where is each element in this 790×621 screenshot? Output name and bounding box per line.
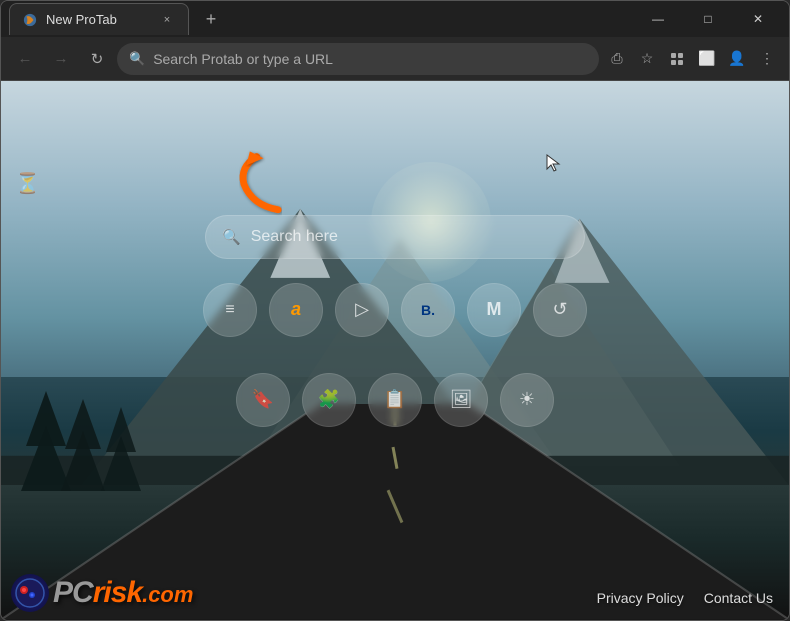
extensions-icon xyxy=(670,52,684,66)
pcrisk-pc-text: PC xyxy=(53,576,93,610)
arrow-indicator xyxy=(231,149,291,224)
quick-link-extensions[interactable]: 🧩 xyxy=(302,373,356,427)
maximize-button[interactable]: □ xyxy=(685,3,731,35)
arrow-icon xyxy=(231,149,291,219)
address-bar[interactable]: 🔍 Search Protab or type a URL xyxy=(117,43,599,75)
protab-favicon-icon xyxy=(23,13,37,27)
quick-link-bookmarks[interactable]: 🔖 xyxy=(236,373,290,427)
title-bar: New ProTab × + — □ ✕ xyxy=(1,1,789,37)
address-search-icon: 🔍 xyxy=(129,51,145,67)
tab-title: New ProTab xyxy=(46,12,150,27)
page-content: ⏳ 🔍 Search here xyxy=(1,81,789,620)
quick-link-amazon[interactable]: a xyxy=(269,283,323,337)
profile-button[interactable]: 👤 xyxy=(723,45,751,73)
privacy-policy-link[interactable]: Privacy Policy xyxy=(597,590,684,606)
address-bar-placeholder: Search Protab or type a URL xyxy=(153,51,587,67)
refresh-button[interactable]: ↻ xyxy=(81,43,113,75)
tab-favicon xyxy=(22,12,38,28)
menu-button[interactable]: ⋮ xyxy=(753,45,781,73)
bookmark-button[interactable]: ☆ xyxy=(633,45,661,73)
nav-right-buttons: ⎙ ☆ ⬜ 👤 ⋮ xyxy=(603,45,781,73)
active-tab[interactable]: New ProTab × xyxy=(9,3,189,35)
extensions-button[interactable] xyxy=(663,45,691,73)
main-search-placeholder: Search here xyxy=(251,228,338,246)
quick-link-gmail[interactable]: M xyxy=(467,283,521,337)
back-button[interactable]: ← xyxy=(9,43,41,75)
split-view-button[interactable]: ⬜ xyxy=(693,45,721,73)
footer: Privacy Policy Contact Us xyxy=(597,590,773,606)
forward-button[interactable]: → xyxy=(45,43,77,75)
pcrisk-logo-icon xyxy=(11,574,49,612)
contact-us-link[interactable]: Contact Us xyxy=(704,590,773,606)
quick-link-menu[interactable]: ≡ xyxy=(203,283,257,337)
quick-links-row-2: 🔖 🧩 📋 🖼 ☀ xyxy=(236,373,554,427)
pcrisk-logo: PC risk .com xyxy=(11,574,193,612)
minimize-button[interactable]: — xyxy=(635,3,681,35)
quick-link-video[interactable]: ▷ xyxy=(335,283,389,337)
browser-frame: New ProTab × + — □ ✕ ← → ↻ 🔍 Search Prot… xyxy=(0,0,790,621)
quick-link-photos[interactable]: 🖼 xyxy=(434,373,488,427)
pcrisk-text-container: PC risk .com xyxy=(53,576,193,610)
tab-close-button[interactable]: × xyxy=(158,11,176,29)
window-controls: — □ ✕ xyxy=(635,3,781,35)
share-button[interactable]: ⎙ xyxy=(603,45,631,73)
quick-link-history[interactable]: ↺ xyxy=(533,283,587,337)
main-search-icon: 🔍 xyxy=(222,228,241,246)
quick-links-row-1: ≡ a ▷ B. M ↺ xyxy=(203,283,587,337)
pcrisk-globe-icon xyxy=(14,577,46,609)
quick-link-tasks[interactable]: 📋 xyxy=(368,373,422,427)
quick-link-booking[interactable]: B. xyxy=(401,283,455,337)
quick-link-brightness[interactable]: ☀ xyxy=(500,373,554,427)
new-tab-button[interactable]: + xyxy=(197,5,225,33)
pcrisk-risk-text: risk xyxy=(93,576,142,610)
timer-icon: ⏳ xyxy=(15,171,40,196)
search-container: 🔍 Search here ≡ a ▷ B. M ↺ 🔖 🧩 📋 🖼 ☀ xyxy=(205,215,585,427)
close-button[interactable]: ✕ xyxy=(735,3,781,35)
pcrisk-domain-text: .com xyxy=(142,582,193,608)
navigation-bar: ← → ↻ 🔍 Search Protab or type a URL ⎙ ☆ … xyxy=(1,37,789,81)
